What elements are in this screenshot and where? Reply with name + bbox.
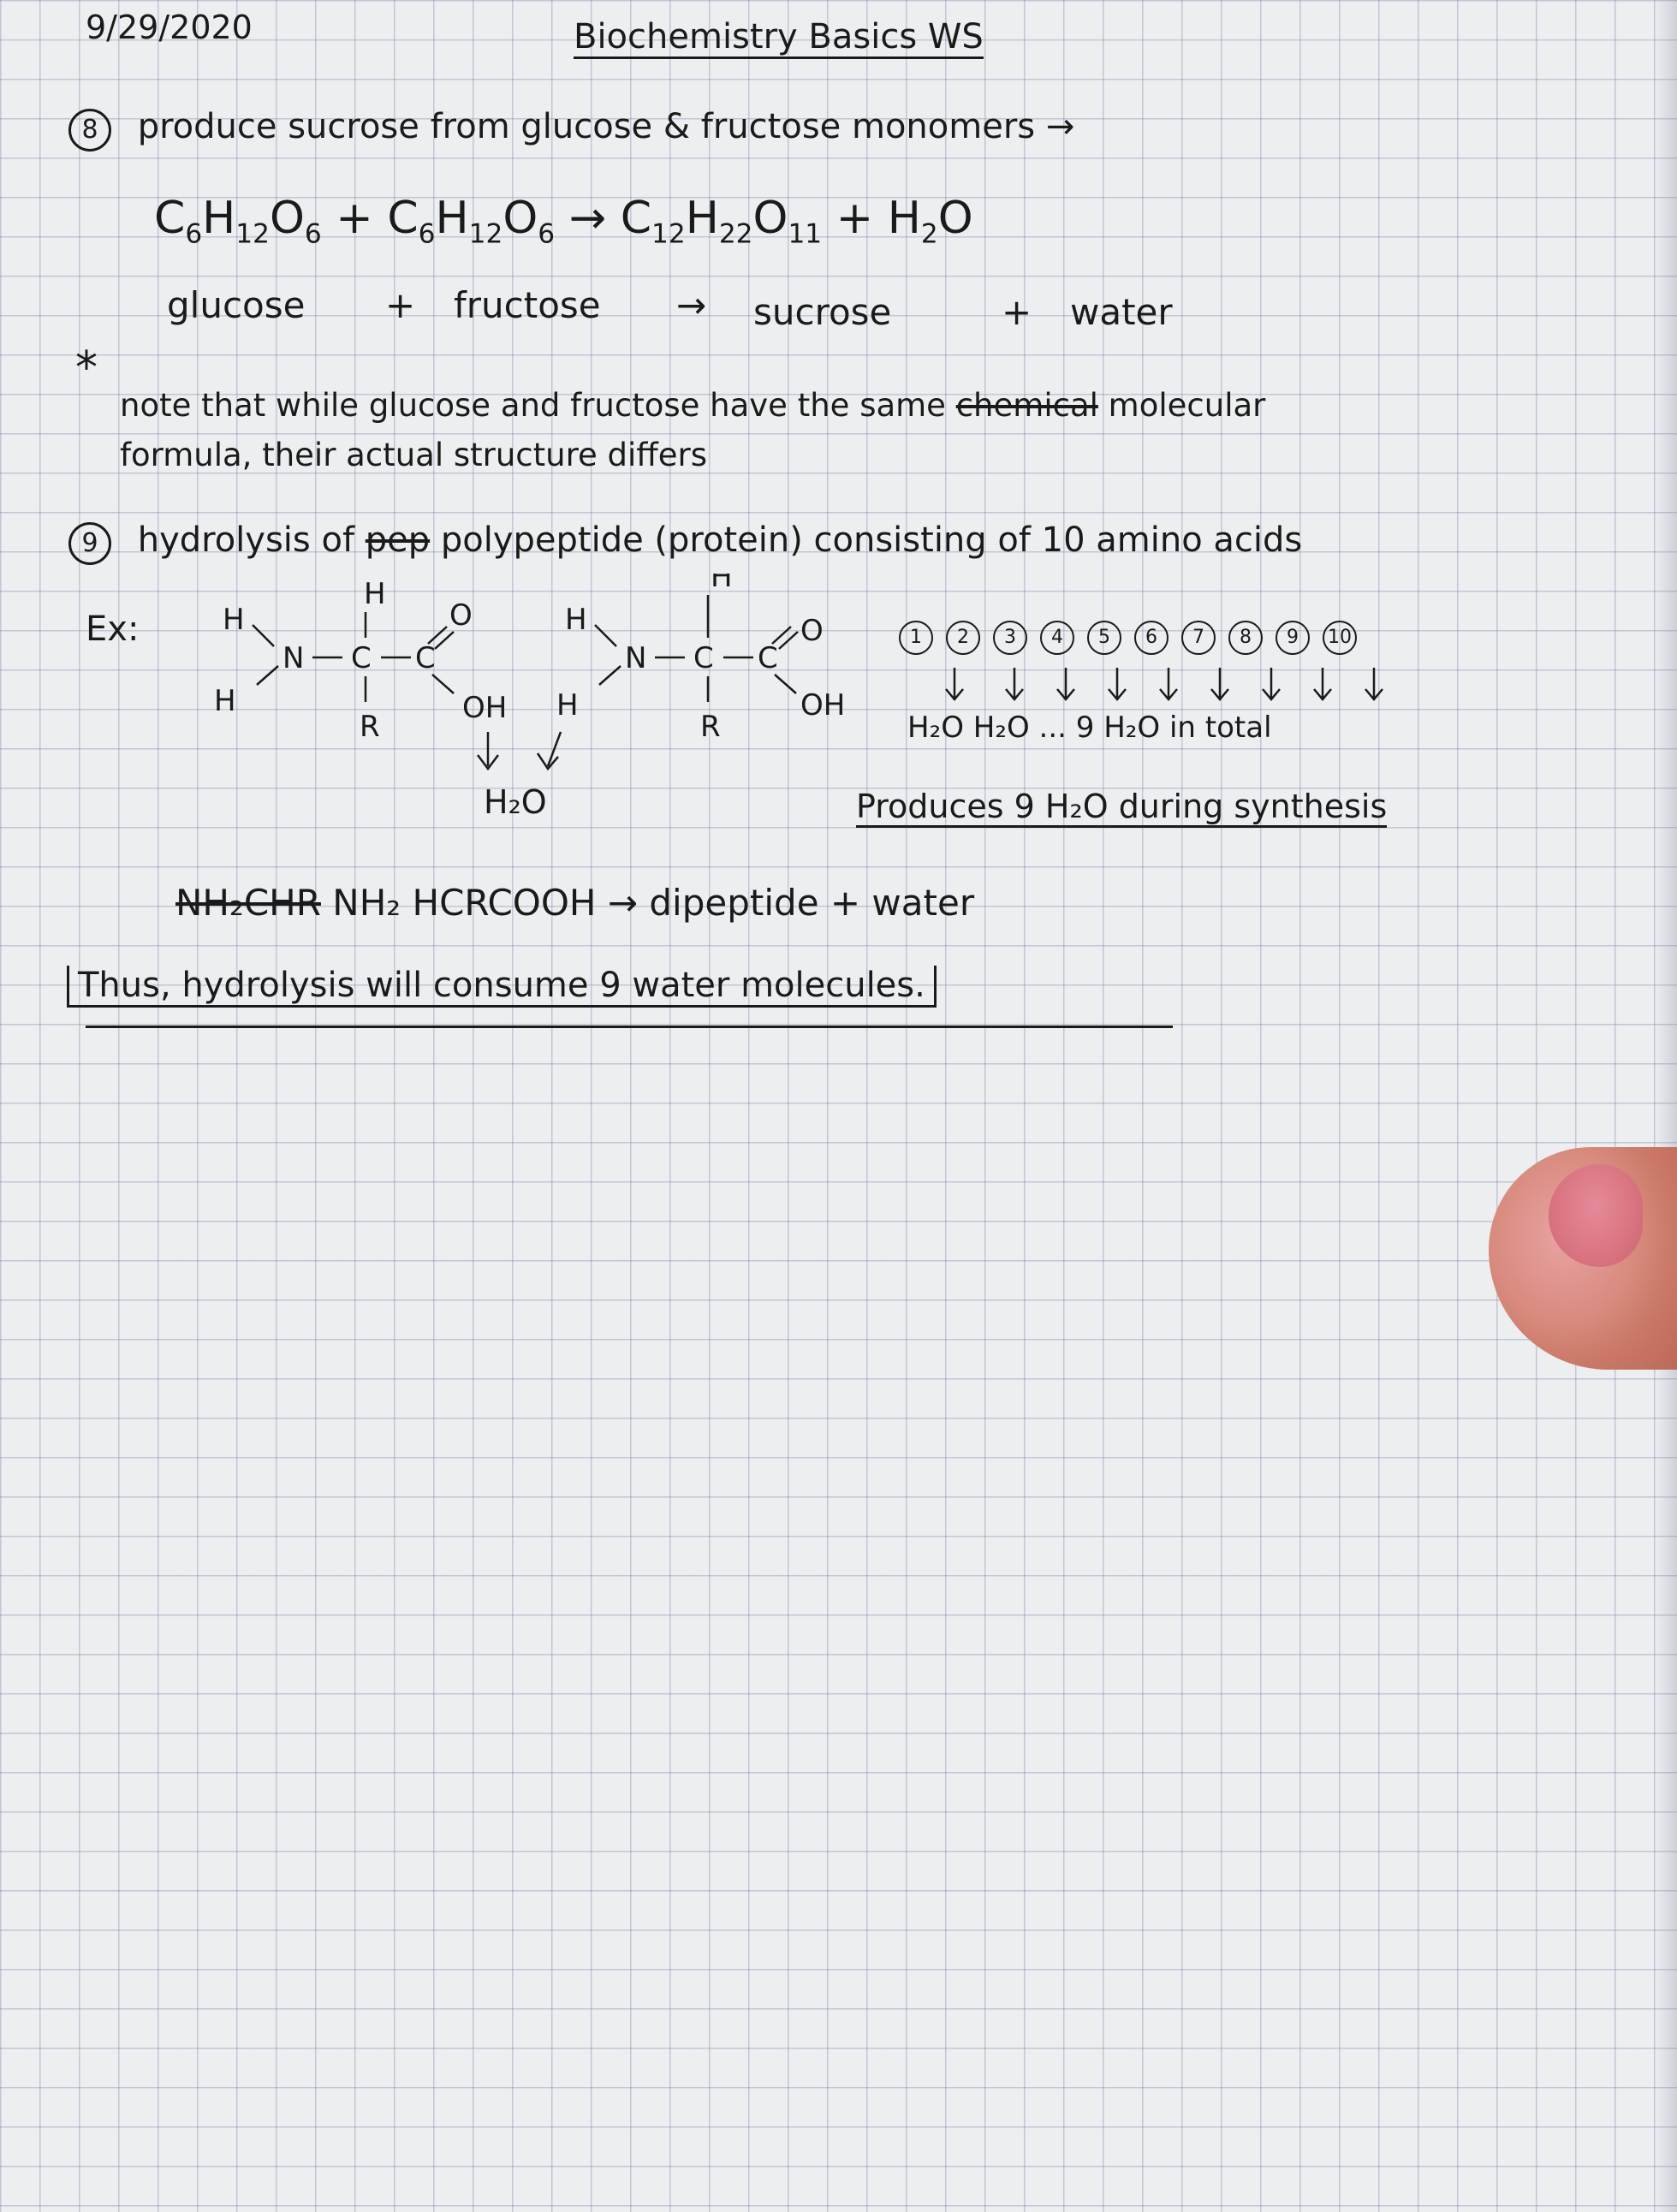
question-9-line: 9 hydrolysis of pep polypeptide (protein…	[68, 520, 1302, 565]
svg-text:R: R	[360, 710, 380, 744]
water-count-row: H₂O H₂O ... 9 H₂O in total	[907, 711, 1272, 745]
question-8-line: 8 produce sucrose from glucose & fructos…	[68, 107, 1074, 152]
svg-text:R: R	[700, 710, 721, 744]
note-text-1-end: molecular	[1108, 387, 1266, 424]
note-struck-word: chemical	[955, 387, 1098, 424]
water-product-left: H₂O	[484, 783, 547, 821]
chain-circle-5: 5	[1087, 621, 1121, 655]
name-water: water	[1070, 291, 1173, 333]
equation-text: NH₂ HCRCOOH → dipeptide + water	[332, 882, 975, 924]
svg-text:H: H	[214, 684, 236, 718]
chain-circle-1: 1	[899, 621, 933, 655]
dipeptide-equation: NH₂CHR NH₂ HCRCOOH → dipeptide + water	[175, 882, 974, 924]
date: 9/29/2020	[86, 9, 253, 46]
conclusion-box: Thus, hydrolysis will consume 9 water mo…	[67, 966, 937, 1008]
name-glucose: glucose	[167, 284, 306, 326]
name-fructose: fructose	[454, 284, 601, 326]
name-plus: +	[385, 284, 416, 326]
chain-circle-10: 10	[1323, 621, 1357, 655]
svg-text:H: H	[711, 574, 733, 594]
svg-text:H: H	[364, 577, 386, 611]
svg-text:OH: OH	[462, 691, 507, 725]
amino-acid-chain: 1 2 3 4 5 6 7 8 9 10	[899, 621, 1364, 655]
question-number-circle: 8	[68, 109, 111, 152]
question-9-prompt: hydrolysis of	[137, 520, 355, 560]
conclusion-underline	[86, 1026, 1173, 1028]
chain-circle-2: 2	[946, 621, 980, 655]
name-arrow: →	[676, 284, 707, 326]
note-line-2: formula, their actual structure differs	[120, 437, 708, 473]
chain-arrows	[945, 668, 1383, 701]
fingernail-photo	[1549, 1164, 1643, 1267]
svg-text:O: O	[800, 614, 824, 648]
name-sucrose: sucrose	[753, 291, 892, 333]
equation-struck: NH₂CHR	[175, 882, 321, 924]
svg-text:O: O	[449, 598, 473, 633]
chain-circle-6: 6	[1134, 621, 1169, 655]
chain-circle-3: 3	[993, 621, 1027, 655]
svg-text:C: C	[351, 641, 372, 675]
chain-circle-8: 8	[1228, 621, 1263, 655]
produces-note: Produces 9 H₂O during synthesis	[856, 788, 1388, 828]
svg-text:C: C	[415, 641, 436, 675]
svg-text:N: N	[282, 641, 304, 675]
note-text-1: note that while glucose and fructose hav…	[120, 387, 946, 424]
svg-text:H: H	[556, 688, 579, 722]
question-9-struck: pep	[365, 520, 431, 560]
page-edge-shadow	[1655, 0, 1677, 2212]
svg-text:C: C	[758, 641, 778, 675]
svg-text:OH: OH	[800, 688, 845, 722]
page-title: Biochemistry Basics WS	[574, 17, 984, 59]
svg-text:N: N	[625, 641, 646, 675]
sucrose-formula: C6H12O6 + C6H12O6 → C12H22O11 + H2O	[154, 193, 973, 250]
note-star: *	[75, 342, 98, 394]
note-line-1: note that while glucose and fructose hav…	[120, 387, 1265, 424]
question-8-prompt: produce sucrose from glucose & fructose …	[137, 107, 1075, 146]
svg-text:H: H	[565, 603, 587, 637]
chain-circle-7: 7	[1181, 621, 1216, 655]
amino-acid-structures: H N C H R C O OH H H N C H R C O OH H	[214, 574, 845, 771]
chain-circle-4: 4	[1040, 621, 1074, 655]
chain-circle-9: 9	[1276, 621, 1310, 655]
question-9-prompt-rest: polypeptide (protein) consisting of 10 a…	[440, 520, 1303, 560]
example-label: Ex:	[86, 609, 140, 649]
question-number-circle: 9	[68, 522, 111, 565]
svg-text:H: H	[223, 603, 245, 637]
svg-text:C: C	[693, 641, 714, 675]
name-plus-2: +	[1002, 291, 1032, 333]
